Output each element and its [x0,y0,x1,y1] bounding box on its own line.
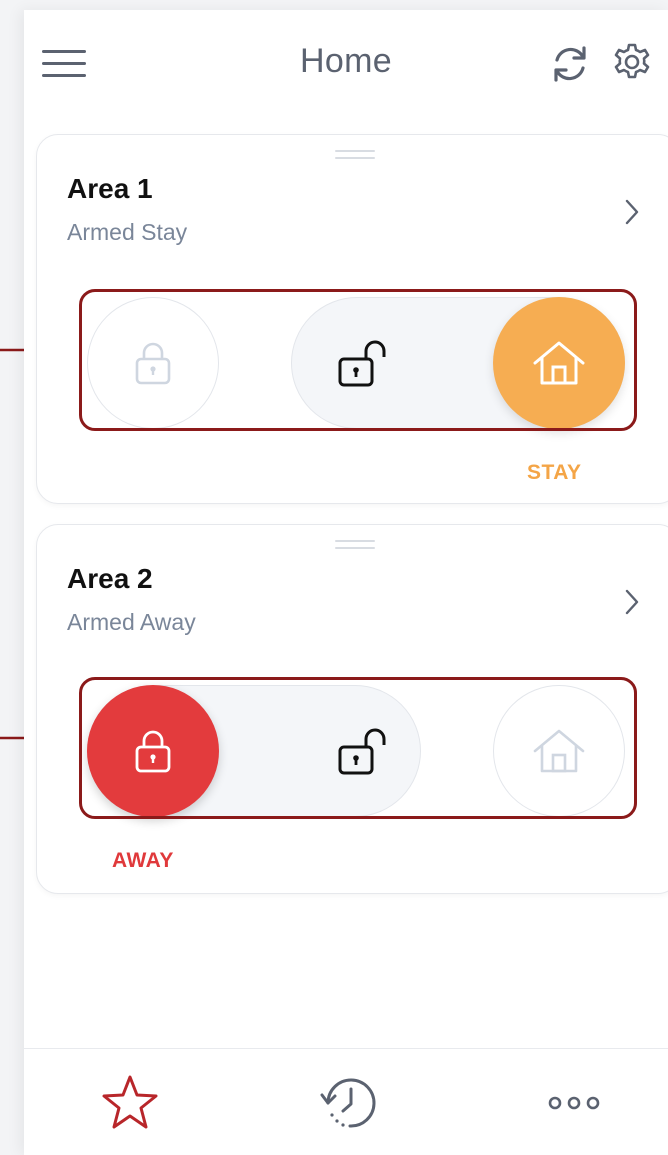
unlock-icon [338,340,386,387]
away-mode-button[interactable] [87,297,219,429]
area-status: Armed Stay [67,219,188,245]
mode-label: STAY [527,461,582,484]
gear-icon [614,43,650,79]
refresh-button[interactable] [548,42,592,86]
mode-label: AWAY [112,849,174,872]
stay-mode-button[interactable] [493,685,625,817]
stay-mode-button[interactable] [493,297,625,429]
drag-handle-icon[interactable] [335,539,375,551]
chevron-right-icon[interactable] [619,197,645,227]
lock-icon [135,730,171,773]
unlock-icon [338,728,386,775]
nav-more[interactable] [546,1089,602,1117]
area-status: Armed Away [67,609,196,635]
star-icon [102,1075,158,1129]
arm-mode-switch [79,677,637,819]
home-icon [533,341,585,385]
disarm-button[interactable] [297,685,429,817]
lock-icon [135,342,171,385]
refresh-icon [554,46,586,82]
home-icon [533,729,585,773]
area-name: Area 1 [67,173,153,204]
arm-mode-switch [79,289,637,431]
nav-favorites[interactable] [100,1073,160,1133]
settings-button[interactable] [608,40,656,88]
area-card: Area 1 Armed Stay STAY [36,134,668,504]
more-icon [548,1096,600,1110]
app-panel: Home Area 1 Armed Stay STAY Area 2 Armed… [24,10,668,1155]
area-name: Area 2 [67,563,153,594]
bottom-nav [24,1048,668,1155]
drag-handle-icon[interactable] [335,149,375,161]
top-bar: Home [24,10,668,120]
chevron-right-icon[interactable] [619,587,645,617]
away-mode-button[interactable] [87,685,219,817]
nav-history[interactable] [318,1073,382,1133]
disarm-button[interactable] [297,297,429,429]
area-card: Area 2 Armed Away AWAY [36,524,668,894]
history-icon [320,1078,376,1128]
